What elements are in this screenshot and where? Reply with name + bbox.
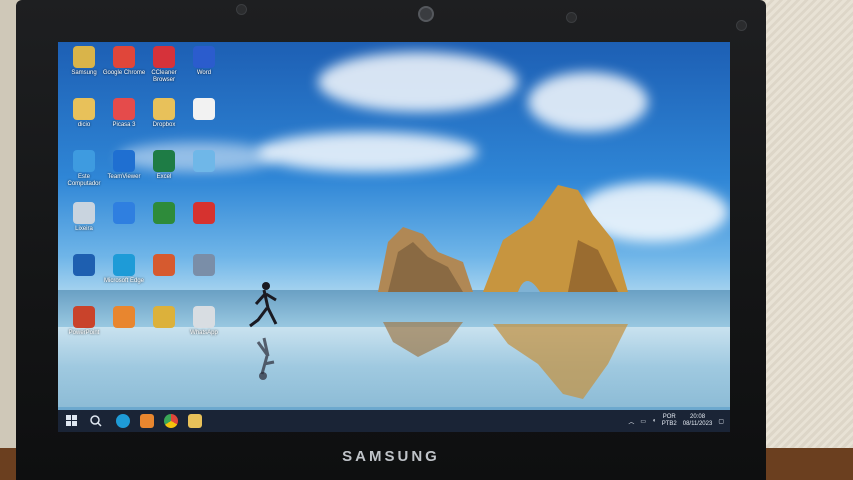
desktop-icon-label: Dropbox — [152, 122, 176, 128]
desktop-icon-label: Picasa 3 — [112, 122, 136, 128]
rock-small-reflection — [383, 322, 463, 357]
desktop-icon-label: Word — [196, 70, 212, 76]
desktop-icon-label: dicio — [77, 122, 91, 128]
runner-reflection — [256, 337, 275, 380]
teamviewer-icon — [113, 150, 135, 172]
desktop-icon[interactable]: WhatsApp — [182, 306, 226, 337]
desktop-icon[interactable]: PowerPoint — [62, 306, 106, 337]
bezel-screw — [236, 4, 247, 15]
desktop-icon-label: Microsoft Edge — [103, 278, 145, 284]
app-icon — [193, 202, 215, 224]
chrome-icon — [113, 46, 135, 68]
clock[interactable]: 20:08 08/11/2023 — [683, 414, 713, 428]
download-icon — [113, 202, 135, 224]
word-icon — [193, 46, 215, 68]
bezel-screw — [736, 20, 747, 31]
start-icon[interactable] — [66, 415, 78, 427]
desktop-icon[interactable] — [142, 202, 186, 226]
desktop-icon[interactable]: Picasa 3 — [102, 98, 146, 129]
taskbar: ︿ ▭ ◖ POR PTB2 20:08 08/11/2023 ▢ — [58, 410, 730, 432]
app-icon — [153, 254, 175, 276]
folder-icon — [153, 98, 175, 120]
desktop-icon[interactable] — [102, 306, 146, 330]
computer-icon — [73, 150, 95, 172]
downloader-icon — [153, 202, 175, 224]
app-icon — [193, 254, 215, 276]
folder-icon — [73, 98, 95, 120]
runner-silhouette — [249, 282, 278, 328]
desktop-icon-label: WhatsApp — [190, 330, 218, 336]
file-icon — [193, 98, 215, 120]
desktop-icon[interactable]: Lixeira — [62, 202, 106, 233]
desktop-icon[interactable] — [62, 254, 106, 278]
whatsapp-icon — [193, 306, 215, 328]
desktop-icon-label: CCleaner Browser — [151, 70, 177, 83]
webcam-icon — [418, 6, 434, 22]
desktop-icon[interactable]: Microsoft Edge — [102, 254, 146, 285]
wall-right — [758, 0, 853, 480]
edge-icon[interactable] — [116, 414, 130, 428]
picasa-icon — [113, 98, 135, 120]
system-tray: ︿ ▭ ◖ POR PTB2 20:08 08/11/2023 ▢ — [628, 412, 724, 430]
volume-icon[interactable]: ◖ — [652, 418, 656, 424]
app-icon — [113, 306, 135, 328]
desktop-screen: Samsung Google Chrome CCleaner Browser Word… — [58, 42, 730, 432]
desktop-icon-label: TeamViewer — [107, 174, 141, 180]
ccleaner-icon — [153, 46, 175, 68]
desktop-icon[interactable] — [182, 98, 226, 122]
desktop-icon[interactable] — [182, 150, 226, 174]
search-icon[interactable] — [90, 415, 102, 427]
app-icon — [73, 254, 95, 276]
desktop-icon[interactable]: CCleaner Browser — [142, 46, 186, 84]
desktop-icon[interactable]: Samsung — [62, 46, 106, 77]
app-icon[interactable] — [140, 414, 154, 428]
folder-icon[interactable] — [188, 414, 202, 428]
recycle-bin-icon — [73, 202, 95, 224]
shortcut-icon — [193, 150, 215, 172]
desktop-icon[interactable] — [182, 254, 226, 278]
lang-code: POR — [662, 414, 676, 420]
desktop-icon-label: Samsung — [71, 70, 97, 76]
desktop-icon[interactable] — [142, 254, 186, 278]
brand-logo: SAMSUNG — [342, 448, 440, 465]
edge-icon — [113, 254, 135, 276]
desktop-icon-label: PowerPoint — [68, 330, 100, 336]
clock-time: 20:08 — [690, 414, 706, 420]
notification-icon[interactable]: ▢ — [718, 418, 724, 425]
desktop-icon[interactable]: Word — [182, 46, 226, 77]
desktop-icon-label: Lixeira — [75, 226, 93, 232]
desktop-icon[interactable]: dicio — [62, 98, 106, 129]
network-icon[interactable]: ▭ — [640, 418, 646, 425]
desktop-icon-label: Este Computador — [67, 174, 101, 187]
powerpoint-icon — [73, 306, 95, 328]
bezel-screw — [566, 12, 577, 23]
rock-arch-reflection — [493, 324, 628, 399]
chevron-up-icon[interactable]: ︿ — [628, 417, 634, 426]
desktop-icon[interactable] — [142, 306, 186, 330]
desktop-icon[interactable]: TeamViewer — [102, 150, 146, 181]
desktop-icon[interactable] — [102, 202, 146, 226]
chrome-icon[interactable] — [164, 414, 178, 428]
desktop-icon[interactable]: Este Computador — [62, 150, 106, 188]
desktop-icon[interactable]: Dropbox — [142, 98, 186, 129]
desktop-icon[interactable] — [182, 202, 226, 226]
desktop-icon[interactable]: Google Chrome — [102, 46, 146, 77]
rock-small — [378, 227, 473, 292]
desktop-icon-label: Google Chrome — [102, 70, 146, 76]
rock-arch — [483, 185, 628, 292]
excel-icon — [153, 150, 175, 172]
desktop-icon-label: Excel — [156, 174, 172, 180]
clock-date: 08/11/2023 — [682, 421, 713, 427]
app-icon — [153, 306, 175, 328]
samsung-folder-icon — [73, 46, 95, 68]
desktop-icon[interactable]: Excel — [142, 150, 186, 181]
language-indicator[interactable]: POR PTB2 — [662, 414, 677, 428]
layout-code: PTB2 — [661, 421, 677, 427]
